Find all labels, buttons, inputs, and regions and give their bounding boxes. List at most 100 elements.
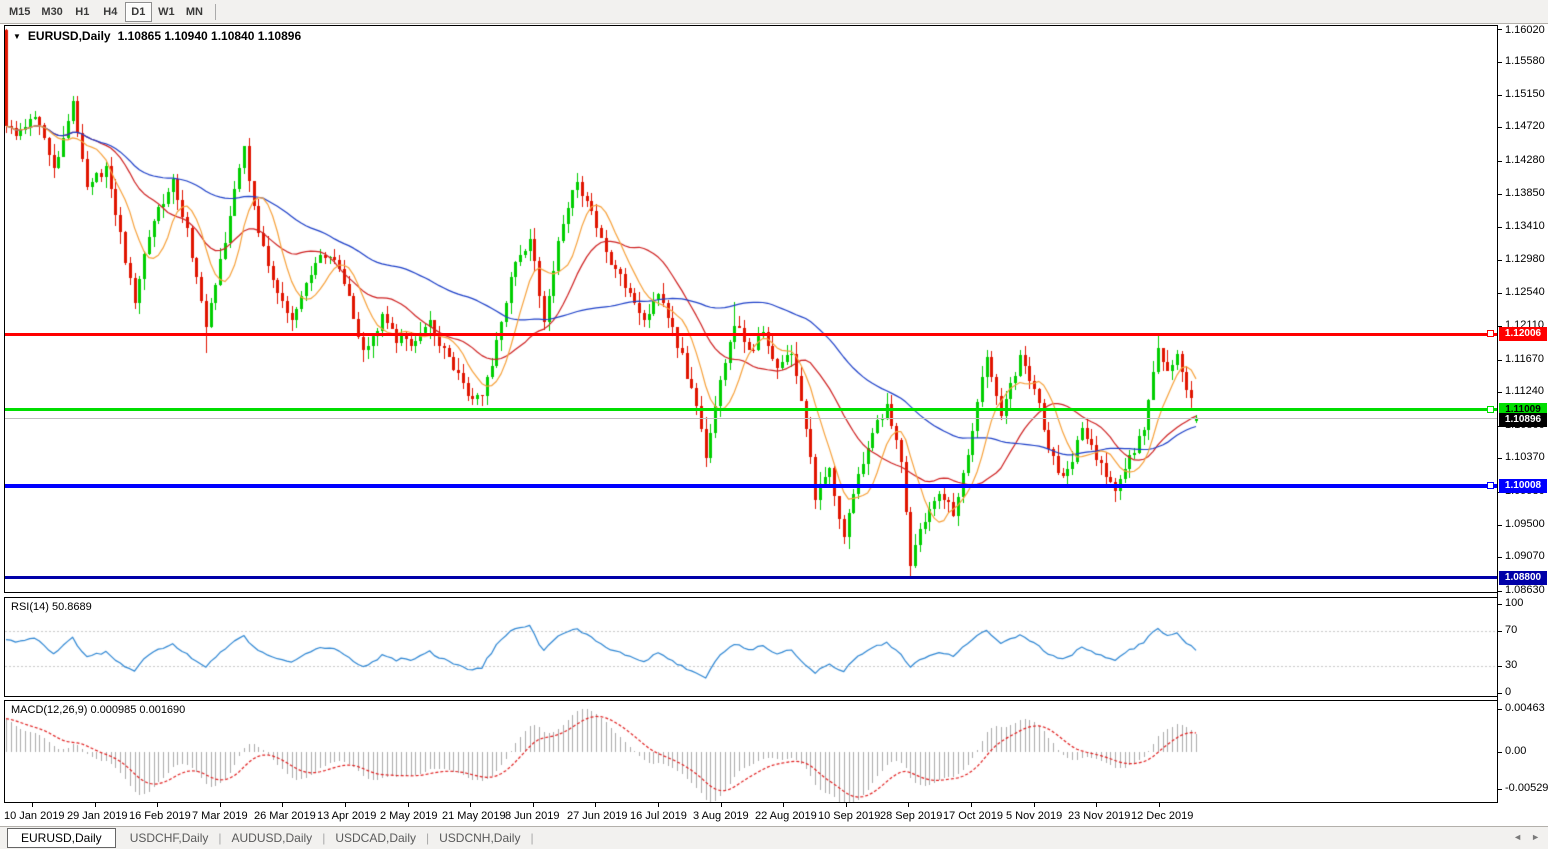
main-chart-canvas[interactable]: [5, 26, 1497, 592]
chart-tabs-bar: EURUSD,DailyUSDCHF,Daily|AUDUSD,Daily|US…: [0, 826, 1548, 849]
line-handle-1.10008[interactable]: [1487, 482, 1494, 489]
rsi-label: RSI(14) 50.8689: [11, 601, 92, 613]
price-tick-label: 1.08630: [1505, 584, 1545, 596]
tab-scroll-arrows: ◄►: [1513, 832, 1540, 842]
date-tick-mark: [1159, 803, 1160, 807]
date-label: 3 Aug 2019: [693, 810, 749, 822]
date-tick-mark: [1096, 803, 1097, 807]
macd-canvas[interactable]: [5, 701, 1497, 802]
price-axis[interactable]: 1.160201.155801.151501.147201.142801.138…: [1497, 25, 1548, 803]
date-tick-mark: [157, 803, 158, 807]
date-label: 16 Jul 2019: [630, 810, 687, 822]
price-tick-label-mark: [1498, 95, 1502, 96]
date-axis[interactable]: 10 Jan 201929 Jan 201916 Feb 20197 Mar 2…: [4, 803, 1497, 826]
price-badge-1.12006: 1.12006: [1499, 327, 1547, 341]
timeframe-button-h4[interactable]: H4: [97, 2, 124, 22]
symbol-dropdown-icon[interactable]: ▼: [13, 32, 21, 41]
price-tick-label-mark: [1498, 293, 1502, 294]
price-tick-label: 1.14280: [1505, 154, 1545, 166]
macd-label: MACD(12,26,9) 0.000985 0.001690: [11, 704, 185, 716]
price-tick-label: 1.16020: [1505, 24, 1545, 36]
date-label: 12 Dec 2019: [1131, 810, 1193, 822]
price-tick-label: 1.09500: [1505, 518, 1545, 530]
timeframe-button-m30[interactable]: M30: [36, 2, 67, 22]
date-tick-mark: [408, 803, 409, 807]
price-tick-label: 1.11240: [1505, 385, 1544, 397]
rsi-tick-label-mark: [1498, 693, 1502, 694]
date-tick-mark: [95, 803, 96, 807]
rsi-tick-label: 30: [1505, 659, 1517, 671]
macd-tick-label-mark: [1498, 789, 1502, 790]
price-tick-label-mark: [1498, 525, 1502, 526]
date-tick-mark: [658, 803, 659, 807]
timeframe-button-d1[interactable]: D1: [125, 2, 152, 22]
date-tick-mark: [470, 803, 471, 807]
date-label: 29 Jan 2019: [67, 810, 128, 822]
date-tick-mark: [1034, 803, 1035, 807]
horizontal-line-1.12006[interactable]: [5, 333, 1497, 336]
price-tick-label: 1.15150: [1505, 88, 1545, 100]
price-tick-label-mark: [1498, 360, 1502, 361]
rsi-tick-label-mark: [1498, 604, 1502, 605]
chart-tab-usdcnh[interactable]: USDCNH,Daily: [429, 831, 530, 845]
date-label: 8 Jun 2019: [505, 810, 559, 822]
chart-tab-audusd[interactable]: AUDUSD,Daily: [222, 831, 323, 845]
price-badge-1.08800: 1.08800: [1499, 571, 1547, 585]
price-tick-label-mark: [1498, 392, 1502, 393]
date-tick-mark: [220, 803, 221, 807]
rsi-tick-label-mark: [1498, 666, 1502, 667]
horizontal-line-1.08800[interactable]: [5, 576, 1497, 579]
macd-tick-label: -0.005299: [1505, 782, 1548, 794]
timeframe-button-h1[interactable]: H1: [69, 2, 96, 22]
price-tick-label: 1.13850: [1505, 187, 1545, 199]
date-tick-mark: [783, 803, 784, 807]
timeframe-button-w1[interactable]: W1: [153, 2, 180, 22]
date-label: 10 Sep 2019: [818, 810, 880, 822]
timeframe-button-mn[interactable]: MN: [181, 2, 208, 22]
price-tick-label-mark: [1498, 557, 1502, 558]
price-tick-label-mark: [1498, 127, 1502, 128]
chart-tab-usdchf[interactable]: USDCHF,Daily: [120, 831, 219, 845]
current-price-line: [5, 418, 1497, 419]
price-tick-label: 1.12540: [1505, 286, 1545, 298]
date-label: 23 Nov 2019: [1068, 810, 1130, 822]
rsi-tick-label: 100: [1505, 597, 1523, 609]
macd-indicator-panel: MACD(12,26,9) 0.000985 0.001690: [4, 700, 1498, 803]
date-label: 17 Oct 2019: [943, 810, 1003, 822]
rsi-tick-label: 70: [1505, 624, 1517, 636]
date-tick-mark: [282, 803, 283, 807]
date-label: 26 Mar 2019: [254, 810, 316, 822]
line-handle-1.11009[interactable]: [1487, 406, 1494, 413]
price-tick-label: 1.09070: [1505, 550, 1545, 562]
date-tick-mark: [971, 803, 972, 807]
price-tick-label: 1.15580: [1505, 55, 1545, 67]
chart-ohlc-values: 1.10865 1.10940 1.10840 1.10896: [118, 29, 302, 43]
tab-scroll-right-icon[interactable]: ►: [1531, 832, 1540, 842]
date-tick-mark: [721, 803, 722, 807]
price-tick-label-mark: [1498, 62, 1502, 63]
timeframe-button-m15[interactable]: M15: [4, 2, 35, 22]
date-tick-mark: [533, 803, 534, 807]
main-chart-panel: ▼ EURUSD,Daily 1.10865 1.10940 1.10840 1…: [4, 25, 1498, 593]
rsi-canvas[interactable]: [5, 598, 1497, 696]
macd-tick-label-mark: [1498, 709, 1502, 710]
horizontal-line-1.10008[interactable]: [5, 484, 1497, 488]
macd-tick-label: 0.00: [1505, 745, 1526, 757]
chart-symbol-period: EURUSD,Daily: [28, 29, 111, 43]
line-handle-1.12006[interactable]: [1487, 330, 1494, 337]
price-tick-label-mark: [1498, 458, 1502, 459]
date-tick-mark: [345, 803, 346, 807]
rsi-indicator-panel: RSI(14) 50.8689: [4, 597, 1498, 697]
tab-scroll-left-icon[interactable]: ◄: [1513, 832, 1522, 842]
date-label: 5 Nov 2019: [1006, 810, 1062, 822]
date-label: 16 Feb 2019: [129, 810, 191, 822]
price-badge-1.10008: 1.10008: [1499, 479, 1547, 493]
price-tick-label-mark: [1498, 260, 1502, 261]
horizontal-line-1.11009[interactable]: [5, 408, 1497, 411]
date-label: 2 May 2019: [380, 810, 437, 822]
date-label: 28 Sep 2019: [880, 810, 942, 822]
toolbar-separator: [215, 4, 216, 20]
chart-tab-eurusd[interactable]: EURUSD,Daily: [7, 828, 116, 848]
chart-tab-usdcad[interactable]: USDCAD,Daily: [325, 831, 426, 845]
price-tick-label: 1.12980: [1505, 253, 1545, 265]
